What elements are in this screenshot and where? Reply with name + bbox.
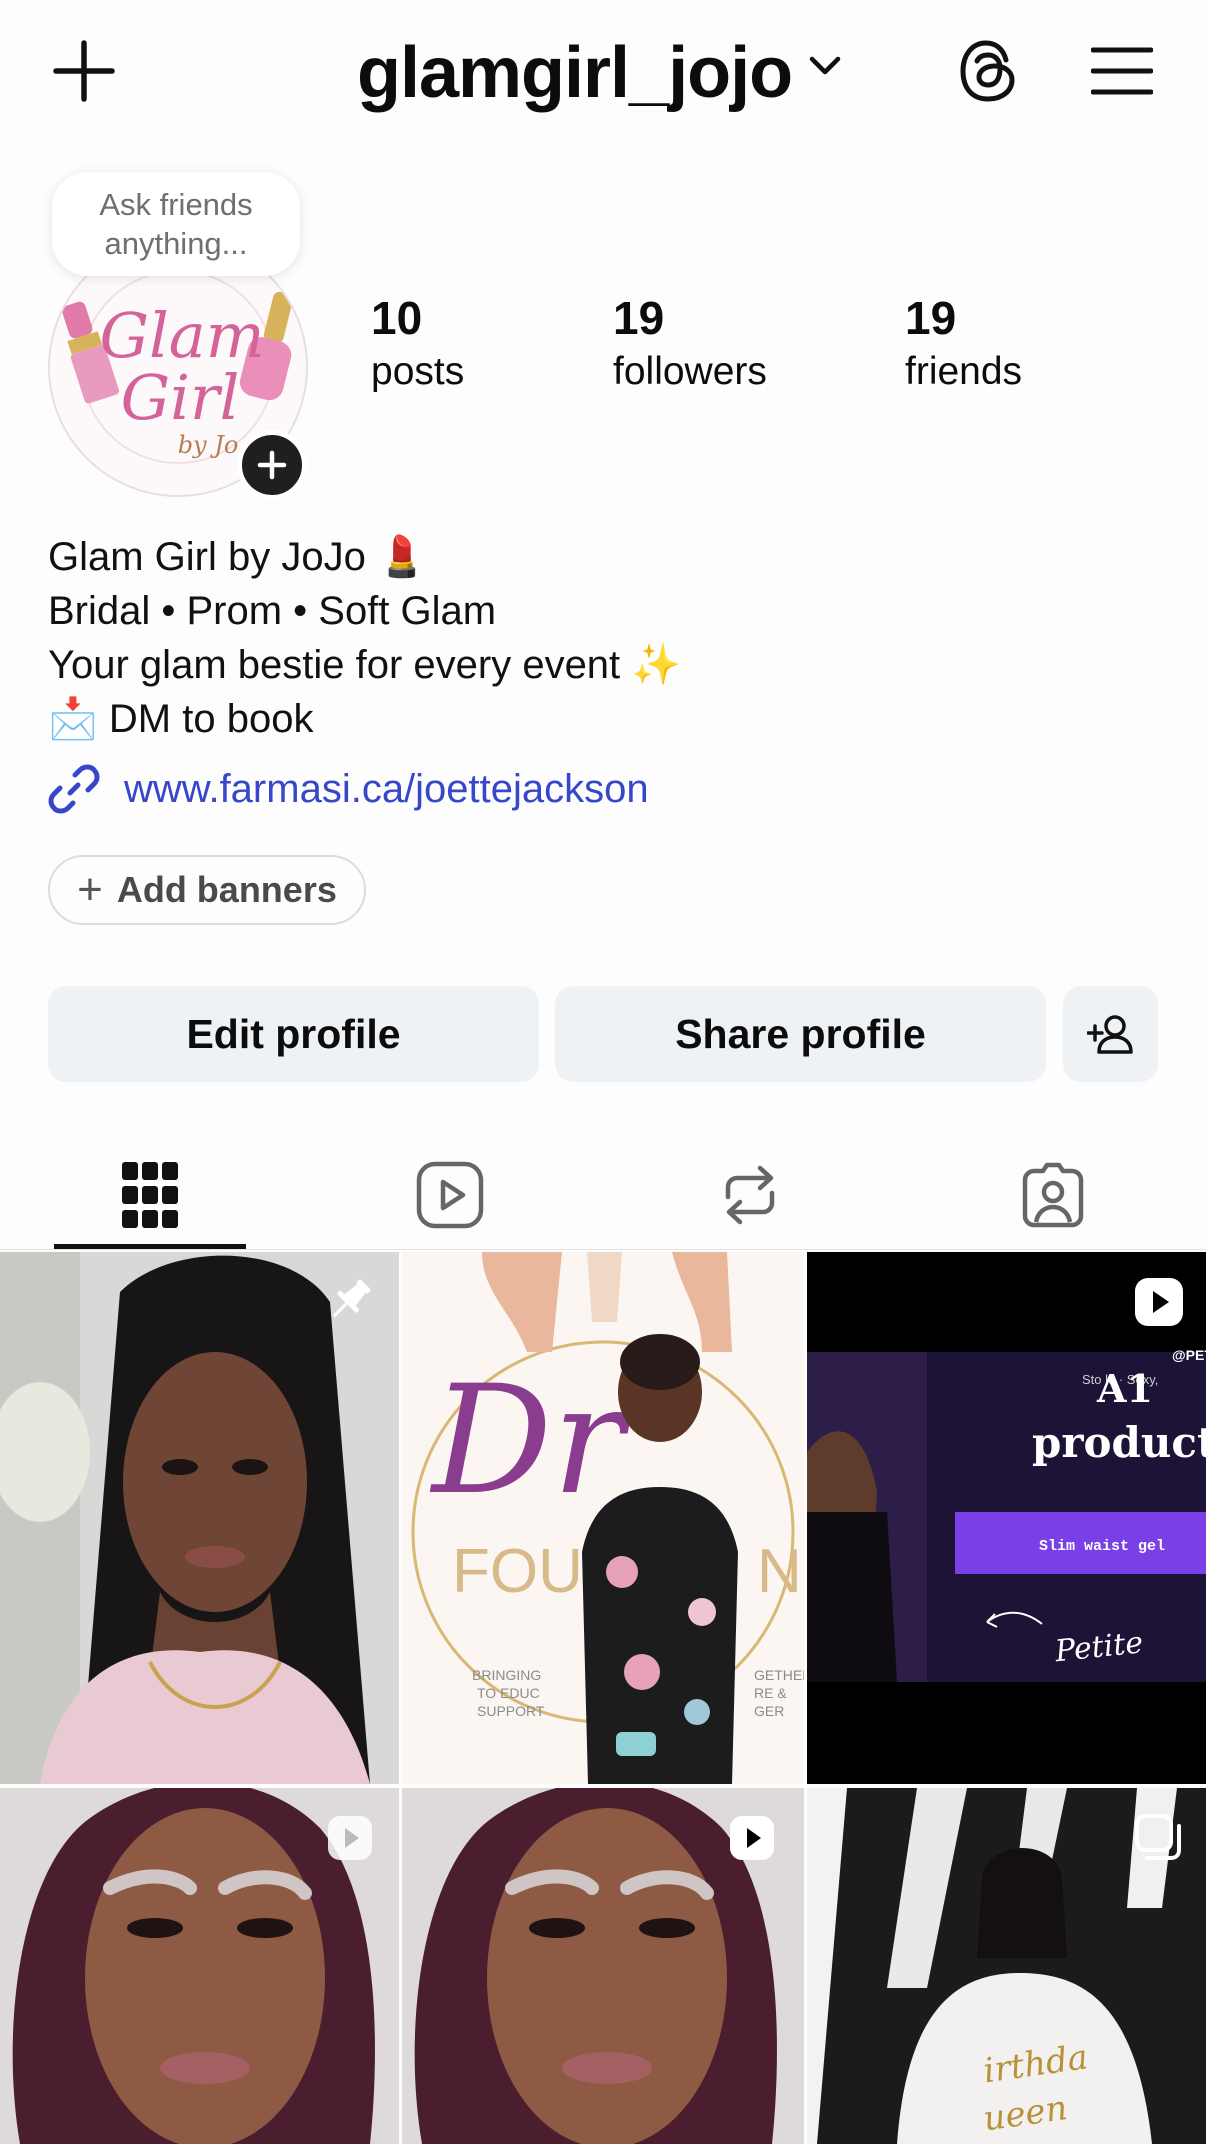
share-profile-label: Share profile — [675, 1010, 926, 1057]
reel-icon — [326, 1814, 374, 1862]
reel-icon — [728, 1814, 776, 1862]
username-switcher[interactable]: glamgirl_jojo — [357, 28, 793, 118]
menu-icon — [1091, 46, 1153, 96]
svg-text:GETHER: GETHER — [754, 1667, 804, 1683]
posts-label: posts — [371, 350, 465, 393]
post-bar-text: Slim waist gel — [1039, 1538, 1165, 1555]
post-thumbnail-2[interactable]: Dr FOU N BRINGING TO EDUC SUPPORT GETHE R… — [402, 1252, 804, 1784]
reposts-icon — [720, 1161, 780, 1229]
post-a1-text: A1 — [1096, 1366, 1153, 1411]
link-text: www.farmasi.ca/joettejackson — [124, 766, 649, 811]
svg-text:FOU: FOU — [452, 1537, 583, 1606]
edit-profile-label: Edit profile — [186, 1010, 401, 1057]
plus-icon — [257, 450, 287, 480]
post-products-text: products — [1032, 1418, 1206, 1467]
svg-text:N: N — [757, 1537, 802, 1606]
plus-icon: + — [77, 865, 103, 914]
friends-stat[interactable]: 19 friends — [905, 290, 1022, 398]
carousel-icon — [1133, 1812, 1185, 1864]
post-thumbnail-5[interactable] — [402, 1788, 804, 2144]
post-title-text: Dr — [429, 1354, 632, 1528]
threads-button[interactable] — [952, 35, 1024, 107]
share-profile-button[interactable]: Share profile — [555, 986, 1046, 1082]
followers-count: 19 — [613, 292, 665, 344]
note-text: Ask friends anything... — [99, 187, 253, 261]
tab-tagged[interactable] — [958, 1140, 1148, 1250]
bio-line: Bridal • Prom • Soft Glam — [48, 589, 497, 633]
bio-name: Glam Girl by JoJo 💄 — [48, 535, 427, 579]
menu-button[interactable] — [1086, 35, 1158, 107]
svg-text:Girl: Girl — [121, 361, 240, 434]
create-button[interactable] — [48, 35, 120, 107]
plus-icon — [53, 40, 115, 102]
svg-text:by Jo: by Jo — [178, 431, 239, 459]
svg-text:BRINGING: BRINGING — [472, 1667, 541, 1683]
add-banners-label: Add banners — [116, 869, 337, 910]
posts-count: 10 — [371, 292, 423, 344]
friends-label: friends — [905, 350, 1023, 393]
bio-line: 📩 DM to book — [48, 697, 314, 741]
threads-icon — [957, 38, 1019, 104]
add-story-button[interactable] — [237, 430, 307, 500]
friends-count: 19 — [905, 292, 957, 344]
tab-reels[interactable] — [355, 1140, 545, 1250]
grid-icon — [122, 1162, 178, 1228]
add-banners-button[interactable]: + Add banners — [48, 855, 366, 925]
reel-icon — [1133, 1276, 1185, 1328]
post-thumbnail-6[interactable]: irthda ueen — [807, 1788, 1206, 2144]
followers-stat[interactable]: 19 followers — [613, 290, 767, 398]
edit-profile-button[interactable]: Edit profile — [48, 986, 539, 1082]
bio-line: Your glam bestie for every event ✨ — [48, 643, 682, 687]
chevron-down-icon[interactable] — [808, 55, 842, 77]
tab-divider — [0, 1249, 1206, 1250]
post-thumbnail-1[interactable] — [0, 1252, 399, 1784]
followers-label: followers — [613, 350, 767, 393]
tab-posts-grid[interactable] — [55, 1140, 245, 1250]
post-thumbnail-3[interactable]: @PET Sto lo · Sexy, A1 products Slim wai… — [807, 1252, 1206, 1784]
tagged-icon — [1019, 1162, 1087, 1228]
svg-text:GER: GER — [754, 1703, 784, 1719]
tab-reposts[interactable] — [655, 1140, 845, 1250]
add-person-icon — [1086, 1014, 1135, 1054]
svg-text:RE &: RE & — [754, 1685, 787, 1701]
discover-people-button[interactable] — [1063, 986, 1158, 1082]
link-icon — [48, 763, 100, 815]
post-handle: @PET — [1172, 1347, 1206, 1363]
post-thumbnail-4[interactable] — [0, 1788, 399, 2144]
posts-stat[interactable]: 10 posts — [371, 290, 464, 398]
svg-text:SUPPORT: SUPPORT — [477, 1703, 545, 1719]
svg-text:TO EDUC: TO EDUC — [477, 1685, 540, 1701]
bio-link[interactable]: www.farmasi.ca/joettejackson — [48, 762, 649, 816]
pin-icon — [322, 1272, 378, 1328]
note-bubble[interactable]: Ask friends anything... — [52, 172, 300, 276]
reels-icon — [416, 1161, 484, 1229]
